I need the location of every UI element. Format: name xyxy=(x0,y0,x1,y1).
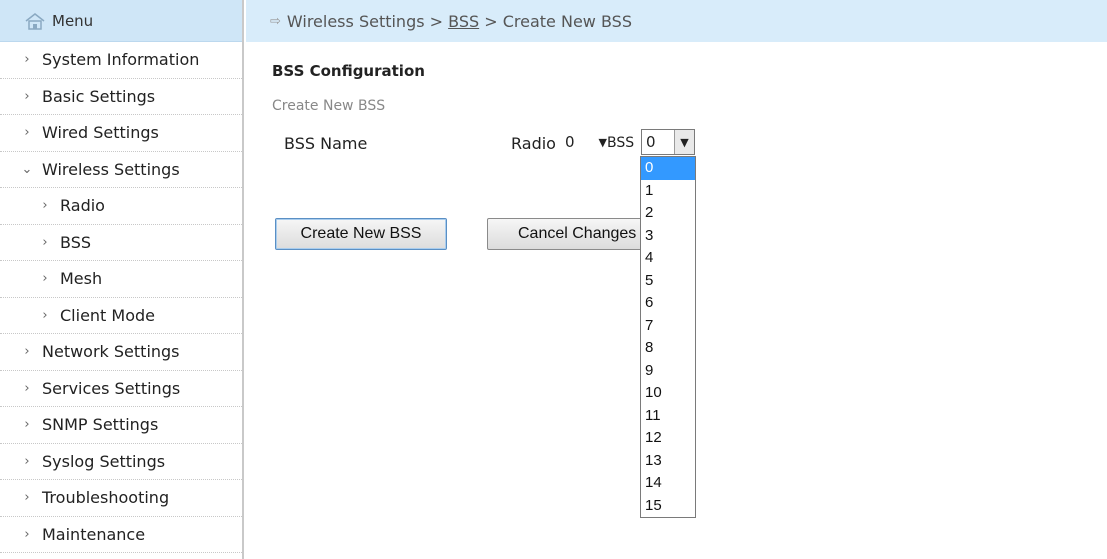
radio-label: Radio xyxy=(511,134,556,153)
menu-list: › System Information › Basic Settings › Wir… xyxy=(0,42,242,553)
chevron-right-icon: › xyxy=(24,490,30,506)
dropdown-option[interactable]: 2 xyxy=(641,202,695,225)
sidebar-item-label: Network Settings xyxy=(42,342,180,362)
chevron-right-icon: › xyxy=(24,453,30,469)
sidebar-item-maintenance[interactable]: › Maintenance xyxy=(0,517,242,553)
dropdown-arrow-icon: ▼ xyxy=(598,136,607,149)
dropdown-option[interactable]: 10 xyxy=(641,382,695,405)
radio-select[interactable]: 0 ▼ xyxy=(561,131,607,153)
sidebar-item-system-information[interactable]: › System Information xyxy=(0,42,242,79)
chevron-right-icon: › xyxy=(24,344,30,360)
chevron-right-icon: › xyxy=(24,52,30,68)
chevron-down-icon: ⌄ xyxy=(21,161,33,177)
main-content: ⇨ Wireless Settings > BSS > Create New B… xyxy=(246,0,1107,559)
dropdown-option[interactable]: 3 xyxy=(641,225,695,248)
chevron-right-icon: › xyxy=(24,88,30,104)
dropdown-option[interactable]: 6 xyxy=(641,292,695,315)
arrow-right-icon: ⇨ xyxy=(270,13,281,29)
dropdown-option[interactable]: 0 xyxy=(641,157,695,180)
dropdown-option[interactable]: 9 xyxy=(641,360,695,383)
dropdown-option[interactable]: 14 xyxy=(641,472,695,495)
dropdown-arrow-icon[interactable]: ▼ xyxy=(674,130,694,154)
sub-title: Create New BSS xyxy=(272,98,386,114)
dropdown-option[interactable]: 15 xyxy=(641,495,695,518)
bss-select-value: 0 xyxy=(646,133,656,151)
breadcrumb-wireless-settings: Wireless Settings > xyxy=(286,11,449,31)
sidebar-item-label: BSS xyxy=(60,232,92,252)
chevron-right-icon: › xyxy=(42,234,48,250)
sidebar-item-wireless-settings[interactable]: ⌄ Wireless Settings xyxy=(0,152,242,188)
sidebar-item-label: Troubleshooting xyxy=(42,488,170,508)
sidebar-item-troubleshooting[interactable]: › Troubleshooting xyxy=(0,480,242,517)
dropdown-option[interactable]: 8 xyxy=(641,337,695,360)
sidebar-item-label: Radio xyxy=(60,196,105,216)
dropdown-option[interactable]: 13 xyxy=(641,450,695,473)
bss-dropdown-list: 0 1 2 3 4 5 6 7 8 9 10 11 12 13 14 15 xyxy=(640,156,696,518)
sidebar-item-syslog-settings[interactable]: › Syslog Settings xyxy=(0,444,242,480)
sidebar: Menu › System Information › Basic Settings… xyxy=(0,0,244,559)
create-new-bss-button[interactable]: Create New BSS xyxy=(275,218,447,250)
chevron-right-icon: › xyxy=(42,271,48,287)
bss-name-label: BSS Name xyxy=(284,134,368,153)
chevron-right-icon: › xyxy=(24,526,30,542)
cancel-changes-button[interactable]: Cancel Changes xyxy=(487,218,657,250)
breadcrumb-current: > Create New BSS xyxy=(479,11,632,31)
menu-title: Menu xyxy=(52,11,94,30)
sidebar-item-services-settings[interactable]: › Services Settings xyxy=(0,371,242,407)
sidebar-item-network-settings[interactable]: › Network Settings xyxy=(0,334,242,371)
sidebar-item-label: Wireless Settings xyxy=(42,159,180,179)
sidebar-item-label: Mesh xyxy=(60,269,103,289)
sidebar-item-label: SNMP Settings xyxy=(42,415,159,435)
chevron-right-icon: › xyxy=(42,307,48,323)
menu-header: Menu xyxy=(0,0,242,42)
sidebar-item-label: Client Mode xyxy=(60,305,155,325)
dropdown-option[interactable]: 1 xyxy=(641,180,695,203)
sidebar-item-wired-settings[interactable]: › Wired Settings xyxy=(0,115,242,152)
chevron-right-icon: › xyxy=(24,417,30,433)
sidebar-item-radio[interactable]: › Radio xyxy=(0,188,242,225)
breadcrumb-link-bss[interactable]: BSS xyxy=(448,12,479,31)
dropdown-option[interactable]: 4 xyxy=(641,247,695,270)
sidebar-item-bss[interactable]: › BSS xyxy=(0,225,242,261)
sidebar-item-label: Services Settings xyxy=(42,378,181,398)
sidebar-item-label: Maintenance xyxy=(42,524,146,544)
bss-select[interactable]: 0 ▼ xyxy=(641,129,695,155)
sidebar-item-label: System Information xyxy=(42,50,200,70)
chevron-right-icon: › xyxy=(24,380,30,396)
dropdown-option[interactable]: 7 xyxy=(641,315,695,338)
section-title: BSS Configuration xyxy=(272,62,425,80)
dropdown-option[interactable]: 5 xyxy=(641,270,695,293)
chevron-right-icon: › xyxy=(24,125,30,141)
sidebar-item-basic-settings[interactable]: › Basic Settings xyxy=(0,79,242,115)
sidebar-item-client-mode[interactable]: › Client Mode xyxy=(0,298,242,334)
chevron-right-icon: › xyxy=(42,198,48,214)
sidebar-item-mesh[interactable]: › Mesh xyxy=(0,261,242,298)
sidebar-item-label: Basic Settings xyxy=(42,86,156,106)
home-icon xyxy=(24,12,46,30)
dropdown-option[interactable]: 11 xyxy=(641,405,695,428)
sidebar-item-label: Wired Settings xyxy=(42,123,159,143)
sidebar-item-label: Syslog Settings xyxy=(42,451,166,471)
radio-select-value: 0 xyxy=(565,133,575,151)
bss-label: BSS xyxy=(607,135,635,151)
sidebar-item-snmp-settings[interactable]: › SNMP Settings xyxy=(0,407,242,444)
dropdown-option[interactable]: 12 xyxy=(641,427,695,450)
breadcrumb: ⇨ Wireless Settings > BSS > Create New B… xyxy=(246,0,1107,42)
